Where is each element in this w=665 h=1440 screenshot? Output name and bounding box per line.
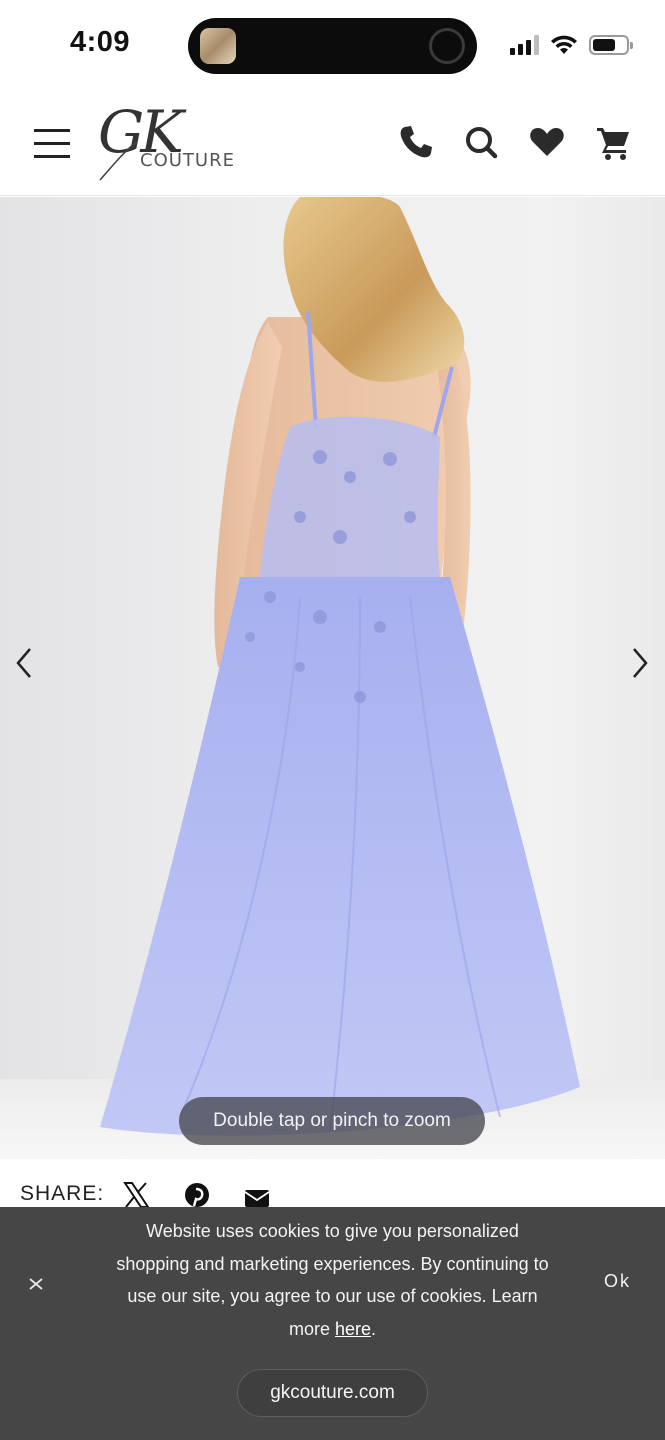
close-icon bbox=[29, 1278, 43, 1290]
logo-subtitle: COUTURE bbox=[140, 150, 235, 171]
cookie-message: Website uses cookies to give you persona… bbox=[110, 1215, 555, 1345]
cookie-message-suffix: . bbox=[371, 1318, 377, 1339]
activity-ring-icon bbox=[429, 28, 465, 64]
pinterest-icon[interactable] bbox=[182, 1180, 212, 1210]
phone-icon[interactable] bbox=[396, 122, 436, 162]
search-icon[interactable] bbox=[461, 122, 501, 162]
battery-level bbox=[593, 39, 615, 51]
cart-icon[interactable] bbox=[594, 122, 634, 162]
url-bar[interactable]: gkcouture.com bbox=[237, 1369, 428, 1417]
chevron-left-icon bbox=[16, 648, 31, 678]
now-playing-thumbnail bbox=[200, 28, 236, 64]
x-icon[interactable] bbox=[121, 1180, 151, 1210]
share-label: SHARE: bbox=[20, 1182, 105, 1205]
logo[interactable]: GK COUTURE bbox=[94, 98, 244, 190]
product-image[interactable]: Double tap or pinch to zoom bbox=[0, 197, 665, 1159]
gallery-prev-button[interactable] bbox=[4, 637, 44, 689]
cookie-learn-more-link[interactable]: here bbox=[335, 1319, 371, 1339]
status-icons bbox=[510, 30, 633, 60]
cookie-message-text: Website uses cookies to give you persona… bbox=[116, 1221, 549, 1339]
menu-button[interactable] bbox=[34, 127, 72, 159]
cookie-close-button[interactable] bbox=[22, 1269, 50, 1297]
cookie-banner: Website uses cookies to give you persona… bbox=[0, 1207, 665, 1440]
share-row: SHARE: bbox=[0, 1160, 665, 1208]
dress-illustration bbox=[100, 197, 580, 1136]
cookie-ok-button[interactable]: Ok bbox=[604, 1265, 650, 1297]
heart-icon[interactable] bbox=[527, 122, 567, 162]
zoom-hint: Double tap or pinch to zoom bbox=[179, 1097, 485, 1145]
wifi-icon bbox=[551, 35, 577, 54]
dynamic-island bbox=[188, 18, 477, 74]
chevron-right-icon bbox=[633, 648, 648, 678]
email-icon[interactable] bbox=[242, 1180, 272, 1210]
battery-icon bbox=[589, 35, 633, 55]
site-header: GK COUTURE bbox=[0, 92, 665, 196]
status-time: 4:09 bbox=[70, 26, 131, 58]
status-bar: 4:09 bbox=[0, 0, 665, 92]
cellular-signal-icon bbox=[510, 35, 539, 55]
gallery-next-button[interactable] bbox=[622, 637, 662, 689]
